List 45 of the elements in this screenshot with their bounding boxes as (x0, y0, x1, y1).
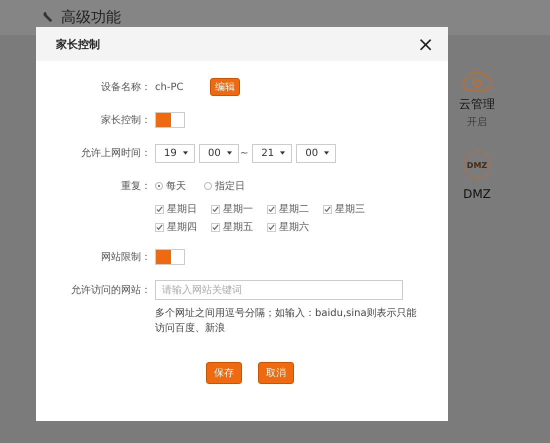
device-name: ch-PC (155, 82, 184, 92)
checkbox[interactable] (323, 204, 332, 214)
form-label: 允许上网时间： (80, 146, 151, 160)
checkbox-label[interactable]: 星期日 (167, 202, 197, 216)
radio-button[interactable] (204, 182, 212, 190)
toggle-switch[interactable] (155, 112, 185, 128)
close-button[interactable]: × (415, 34, 436, 54)
caret-icon (280, 151, 286, 155)
radio-label[interactable]: 每天 (166, 179, 186, 193)
time-dropdown[interactable]: 19 (155, 144, 195, 162)
checkbox[interactable] (267, 222, 276, 232)
caret-icon (183, 151, 188, 155)
form-label: 重复： (120, 180, 151, 193)
radio-label[interactable]: 指定日 (215, 179, 245, 193)
website-input-field[interactable]: 请输入网站关键词 (155, 280, 403, 300)
tile-label: DMZ (463, 187, 491, 201)
page-title: 高级功能 (61, 8, 121, 27)
form-label: 允许访问的网站： (70, 284, 151, 297)
caret-icon (227, 151, 232, 155)
range-separator: ~ (240, 148, 248, 158)
checkbox-label[interactable]: 星期四 (167, 220, 197, 234)
toggle-switch[interactable] (155, 249, 185, 265)
tile-label: 云管理 (459, 96, 495, 113)
hint-text: 多个网址之间用逗号分隔；如输入：baidu,sina则表示只能访问百度、新浪 (155, 306, 418, 336)
checkbox-label[interactable]: 星期一 (223, 202, 253, 216)
time-dropdown[interactable]: 00 (199, 144, 239, 162)
checkbox[interactable] (267, 204, 276, 214)
checkbox[interactable] (155, 222, 164, 232)
checkbox-label[interactable]: 星期二 (279, 202, 309, 216)
radio-button[interactable] (155, 182, 163, 190)
time-dropdown[interactable]: 00 (296, 144, 336, 162)
wrench-icon (42, 11, 55, 24)
checkbox-label[interactable]: 星期三 (335, 202, 365, 216)
form-label: 设备名称： (100, 81, 151, 94)
checkbox[interactable] (211, 204, 220, 214)
tile-status: 开启 (467, 116, 487, 129)
checkbox-label[interactable]: 星期六 (279, 220, 309, 234)
form-label: 网站限制： (100, 250, 151, 264)
checkbox-label[interactable]: 星期五 (223, 220, 253, 234)
caret-icon (324, 151, 330, 155)
form-label: 家长控制： (100, 114, 151, 127)
checkbox[interactable] (211, 222, 220, 232)
time-dropdown[interactable]: 21 (252, 144, 292, 162)
checkbox[interactable] (155, 204, 164, 214)
dialog-title: 家长控制 (56, 36, 100, 52)
